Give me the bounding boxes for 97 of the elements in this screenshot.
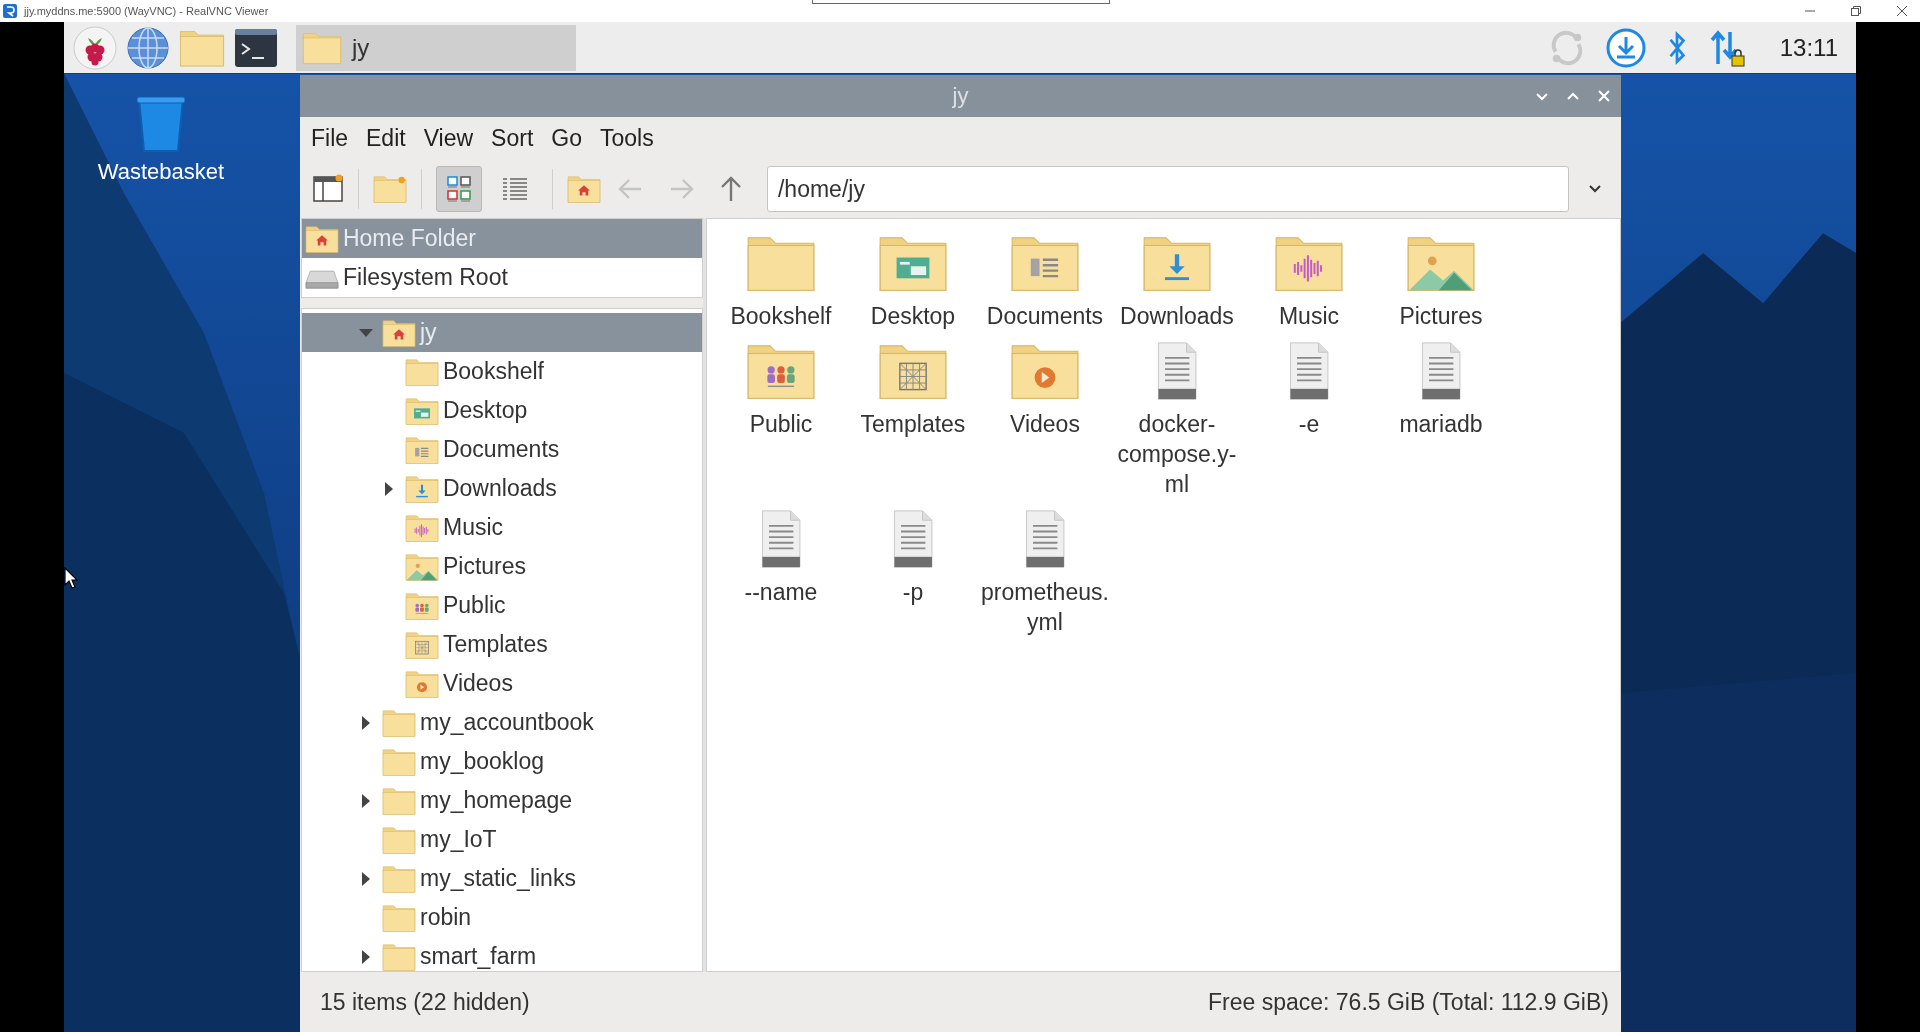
tree-item[interactable]: robin [301,898,702,937]
tree-item[interactable]: my_homepage [301,781,702,820]
tree-label: robin [419,904,472,931]
folder-icon [381,863,416,894]
public-folder-icon [404,590,439,621]
pictures-folder-icon [404,551,439,582]
tree-item[interactable]: Templates [301,625,702,664]
downloads-folder-icon [404,473,439,504]
tree-item[interactable]: my_static_links [301,859,702,898]
tree-label: my_accountbook [419,709,594,736]
folder-icon [301,30,342,65]
music-folder-icon [404,512,439,543]
templates-folder-icon [404,629,439,660]
globe-icon[interactable] [125,25,170,70]
tree-label: jy [419,319,437,346]
tree-label: my_static_links [419,865,576,892]
task-label: jy [351,33,370,62]
place-label: Filesystem Root [342,264,508,291]
file-label[interactable]: docker-compose.y-ml [1112,409,1241,499]
clock: 13:11 [1779,33,1839,62]
file-label[interactable]: mariadb [1399,409,1483,439]
file-label[interactable]: Pictures [1399,301,1483,331]
file-label[interactable]: prometheus.yml [980,577,1109,637]
menu-item[interactable]: Edit [357,121,415,156]
file-label[interactable]: Downloads [1120,301,1234,331]
tree-item[interactable]: Pictures [301,547,702,586]
desktop-folder-icon [404,395,439,426]
tree-item[interactable]: Videos [301,664,702,703]
folder-icon [381,941,416,971]
menu-item[interactable]: Sort [482,121,543,156]
tree-label: Desktop [442,397,528,424]
home-folder-icon [381,317,416,348]
tree-label: Videos [442,670,513,697]
window-title: jjy.myddns.me:5900 (WayVNC) - RealVNC Viewer [24,5,269,17]
icon-label[interactable]: Wastebasket [97,159,225,185]
pointer-icon [63,567,78,589]
file-label[interactable]: -e [1298,409,1320,439]
tree-label: Pictures [442,553,527,580]
close-icon[interactable] [1896,5,1908,17]
tree-label: Templates [442,631,548,658]
download-icon[interactable] [1605,27,1646,68]
file-label[interactable]: Bookshelf [730,301,832,331]
path-field[interactable]: /home/jy [766,166,1569,212]
task-button[interactable]: jy [295,24,576,71]
folder-icon [381,824,416,855]
folder-icon [381,746,416,777]
tree-label: Public [442,592,506,619]
tree-item[interactable]: Music [301,508,702,547]
file-label[interactable]: Music [1278,301,1339,331]
folder-icon [381,902,416,933]
item-count: 15 items (22 hidden) [319,988,530,1016]
terminal-icon[interactable] [233,27,278,68]
toolbar-handle[interactable] [812,0,1110,4]
tree-item[interactable]: my_IoT [301,820,702,859]
home-icon[interactable] [566,174,601,204]
menu-item[interactable]: Tools [591,121,663,156]
restore-icon[interactable] [1850,5,1862,17]
icons-view-button[interactable] [435,166,482,212]
folder-icon [381,785,416,816]
window-title: jy [952,83,969,109]
tree-label: my_IoT [419,826,497,853]
documents-folder-icon [404,434,439,465]
raspberry-icon[interactable] [72,25,117,70]
tree-item[interactable]: Desktop [301,391,702,430]
tree-item[interactable]: my_accountbook [301,703,702,742]
tree-label: Downloads [442,475,557,502]
folder-icon [404,356,439,387]
place-label: Home Folder [342,225,476,252]
place-item[interactable]: Filesystem Root [301,258,702,297]
free-space: Free space: 76.5 GiB (Total: 112.9 GiB) [1208,988,1609,1016]
tree-label: Music [442,514,504,541]
app-icon [3,4,17,18]
tree-label: smart_farm [419,943,537,970]
tree-item[interactable]: Downloads [301,469,702,508]
file-label[interactable]: -p [902,577,924,607]
tree-item[interactable]: Public [301,586,702,625]
file-label[interactable]: Documents [986,301,1104,331]
menu-item[interactable]: File [301,121,358,156]
tree-label: my_booklog [419,748,544,775]
menu-item[interactable]: Go [542,121,591,156]
tree-label: Documents [442,436,560,463]
file-label[interactable]: Videos [1010,409,1080,439]
tree-item[interactable]: smart_farm [301,937,702,971]
file-label[interactable]: Desktop [870,301,956,331]
file-label[interactable]: Templates [860,409,966,439]
tree-label: Bookshelf [442,358,544,385]
folder-icon [381,707,416,738]
menu-item[interactable]: View [414,121,483,156]
videos-folder-icon [404,668,439,699]
home-folder-icon [304,223,339,254]
new-window-icon[interactable] [311,173,344,205]
tree-item[interactable]: Bookshelf [301,352,702,391]
tree-item[interactable]: Documents [301,430,702,469]
file-label[interactable]: Public [749,409,813,439]
file-label[interactable]: --name [744,577,818,607]
tree-label: my_homepage [419,787,573,814]
tree-item[interactable]: my_booklog [301,742,702,781]
